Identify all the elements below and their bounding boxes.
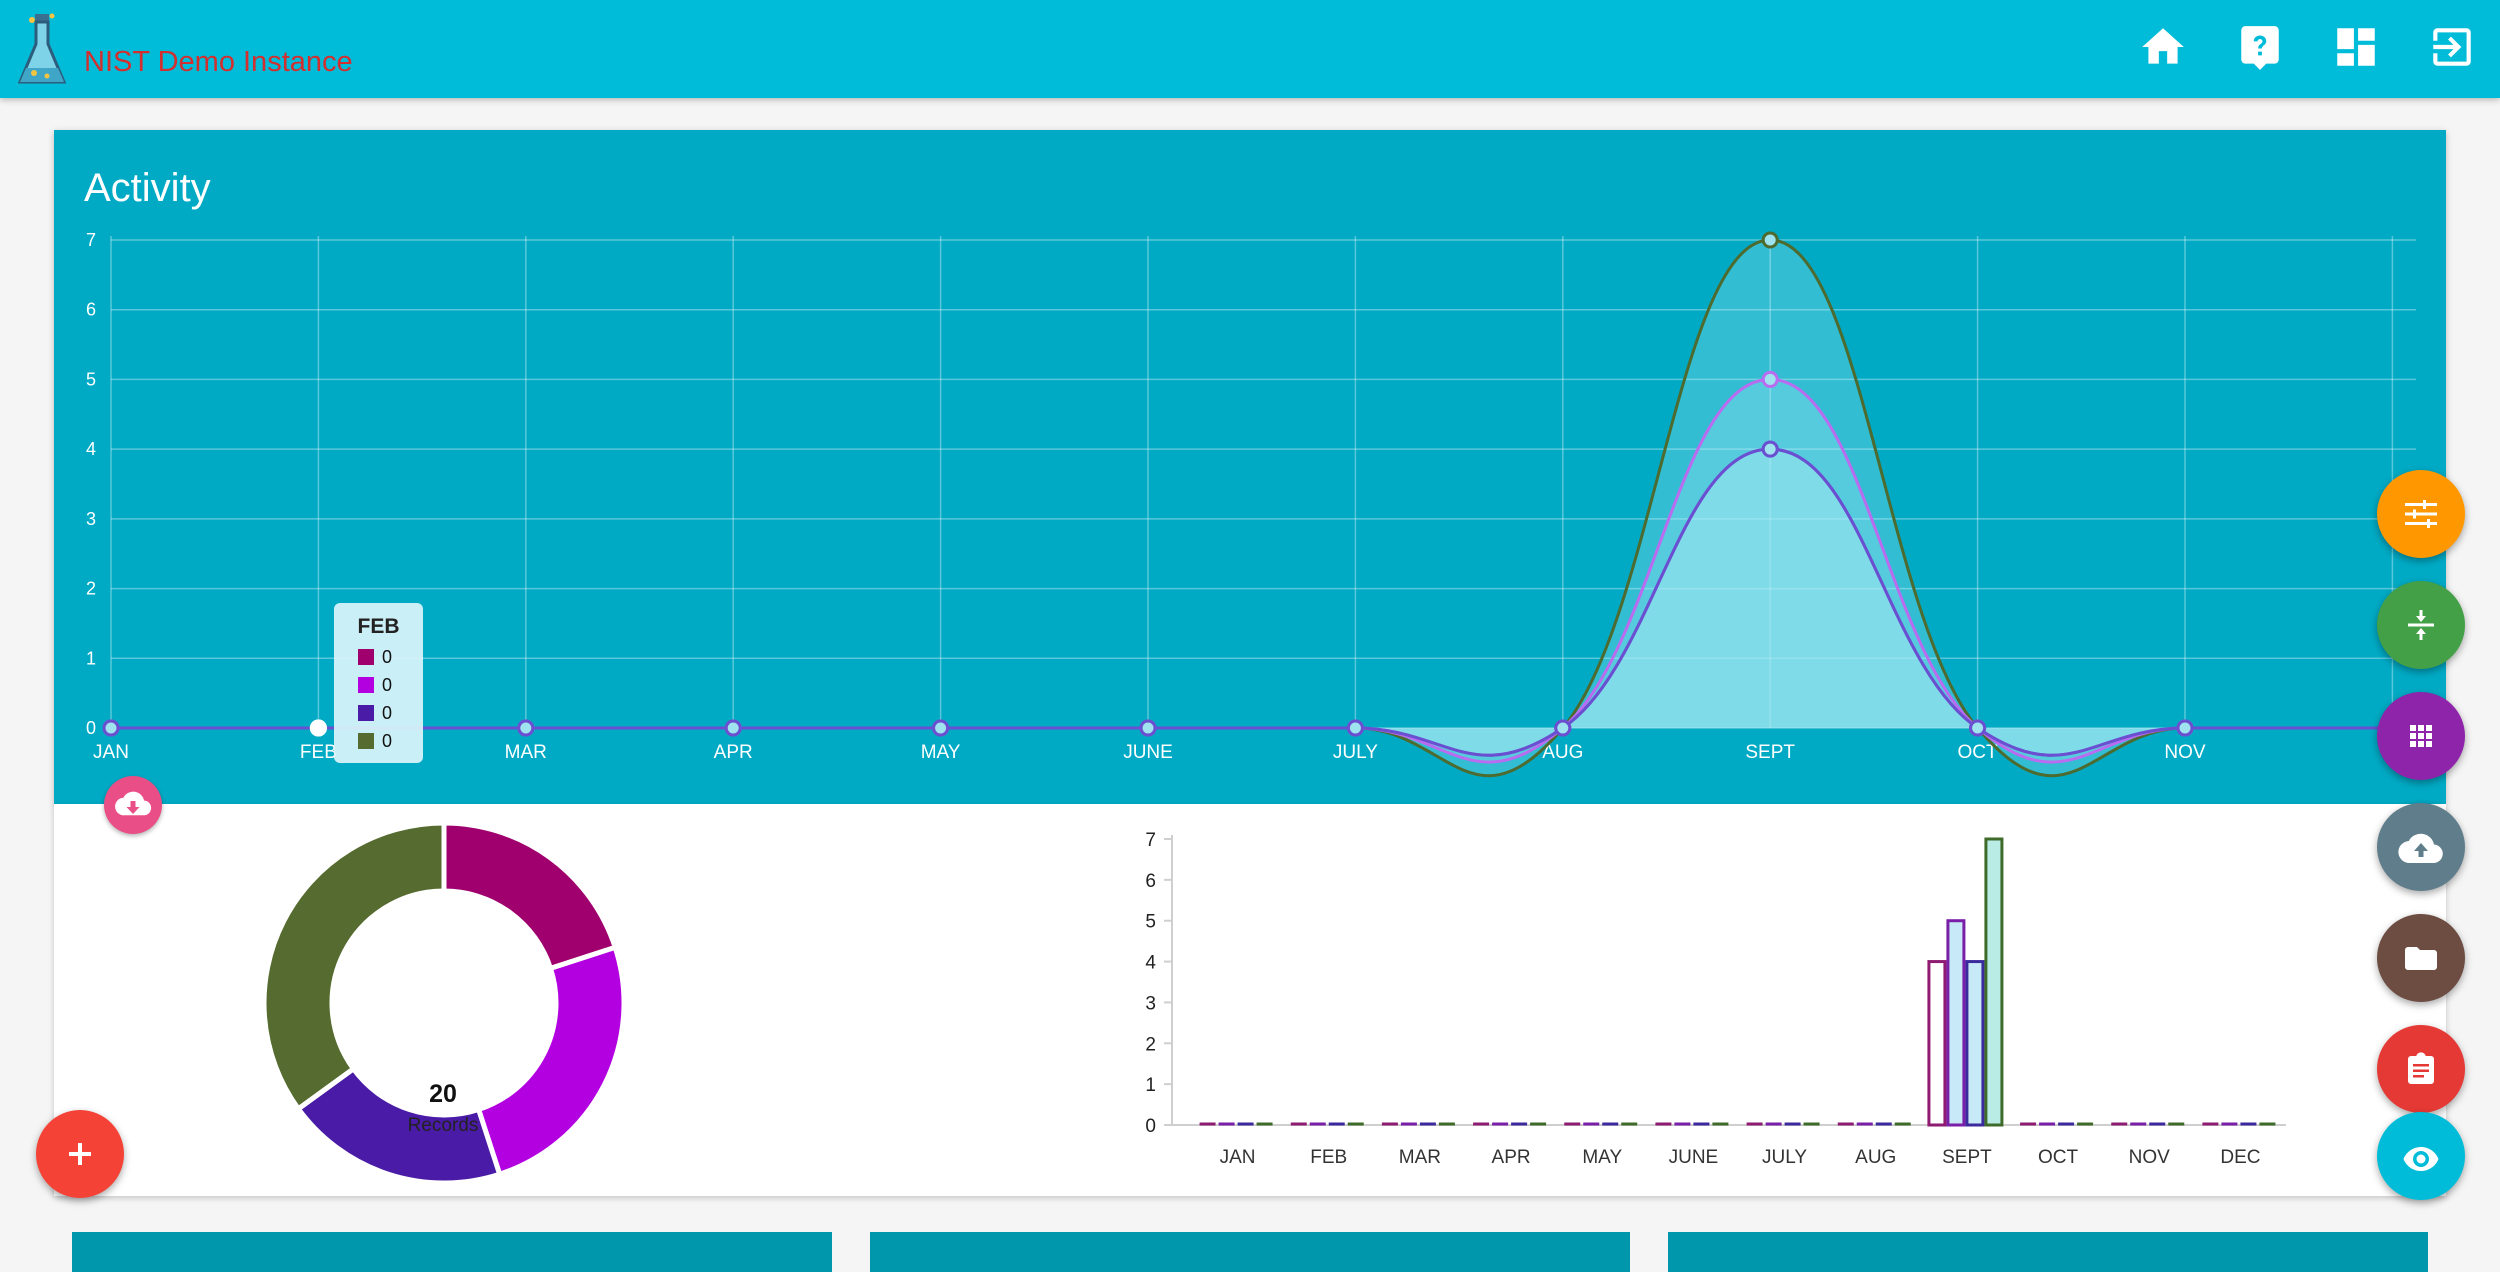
bar [1984, 837, 2004, 1127]
tooltip-value: 0 [382, 731, 393, 751]
bar [1946, 919, 1966, 1127]
y-tick-label: 2 [1145, 1034, 1156, 1055]
plus-icon [69, 1143, 91, 1165]
x-tick-label: DEC [2220, 1147, 2260, 1168]
visibility-icon [2403, 1147, 2439, 1171]
x-tick-label: JAN [1220, 1147, 1256, 1168]
y-tick-label: 4 [1145, 953, 1156, 974]
assignment-icon [2408, 1052, 2434, 1084]
bar [1965, 960, 1985, 1127]
donut-slice [441, 820, 619, 972]
tooltip-title: FEB [357, 615, 400, 638]
legend-swatch [358, 677, 374, 693]
cloud-download-button[interactable] [104, 776, 162, 834]
x-tick-label: MAR [1399, 1147, 1441, 1168]
monthly-bar-chart: 0 1 2 3 4 5 6 7 JAN FEB MAR APR MAY JUNE JULY AUG SEPT OC… [1145, 830, 2286, 1168]
collapse-button[interactable] [2377, 581, 2465, 669]
cloud-upload-button[interactable] [2377, 803, 2465, 891]
bottom-card [870, 1232, 1630, 1272]
donut-slice [261, 820, 447, 1113]
bottom-card [1668, 1232, 2428, 1272]
vertical-align-center-icon [2408, 610, 2434, 640]
y-tick-label: 3 [1145, 993, 1156, 1014]
app-title[interactable]: NIST Demo Instance [84, 46, 353, 79]
view-button[interactable] [2377, 1112, 2465, 1200]
assignment-button[interactable] [2377, 1025, 2465, 1113]
x-tick-label: JULY [1762, 1147, 1807, 1168]
flask-logo-icon [17, 13, 67, 84]
x-tick-label: NOV [2129, 1147, 2171, 1168]
bottom-card [72, 1232, 832, 1272]
y-tick-label: 1 [1145, 1075, 1156, 1096]
x-tick-label: APR [1492, 1147, 1531, 1168]
tooltip-value: 0 [382, 703, 393, 723]
x-tick-label: MAY [1582, 1147, 1622, 1168]
add-button[interactable] [36, 1110, 124, 1198]
filter-settings-button[interactable] [2377, 470, 2465, 558]
home-icon[interactable] [2138, 22, 2188, 72]
x-tick-label: OCT [2038, 1147, 2079, 1168]
legend-swatch [358, 705, 374, 721]
y-tick-label: 6 [1145, 871, 1156, 892]
x-tick-label: JUNE [1669, 1147, 1719, 1168]
logout-icon[interactable] [2427, 22, 2477, 72]
y-tick-label: 5 [1145, 912, 1156, 933]
x-tick-label: FEB [1310, 1147, 1347, 1168]
dashboard-icon[interactable] [2331, 22, 2381, 72]
tooltip-value: 0 [382, 675, 393, 695]
donut-label: Records [407, 1115, 479, 1136]
legend-swatch [358, 649, 374, 665]
y-tick-label: 7 [1145, 830, 1156, 851]
x-tick-label: AUG [1855, 1147, 1896, 1168]
activity-title: Activity [84, 166, 211, 210]
y-tick-label: 0 [1145, 1116, 1156, 1137]
help-icon[interactable] [2235, 22, 2285, 72]
folder-button[interactable] [2377, 914, 2465, 1002]
top-app-bar: NIST Demo Instance [0, 0, 2500, 98]
tooltip-value: 0 [382, 647, 393, 667]
apps-button[interactable] [2377, 692, 2465, 780]
cloud-upload-icon [2398, 833, 2443, 864]
chart-tooltip: FEB 0 0 0 0 [334, 603, 423, 763]
cloud-download-icon [115, 791, 152, 816]
legend-swatch [358, 733, 374, 749]
bar [1927, 960, 1947, 1127]
apps-icon [2410, 725, 2432, 747]
folder-icon [2405, 947, 2437, 970]
donut-slice [475, 944, 627, 1178]
records-donut-chart [261, 820, 627, 1186]
tune-icon [2405, 500, 2437, 528]
donut-total: 20 [429, 1080, 457, 1108]
x-tick-label: SEPT [1942, 1147, 1992, 1168]
